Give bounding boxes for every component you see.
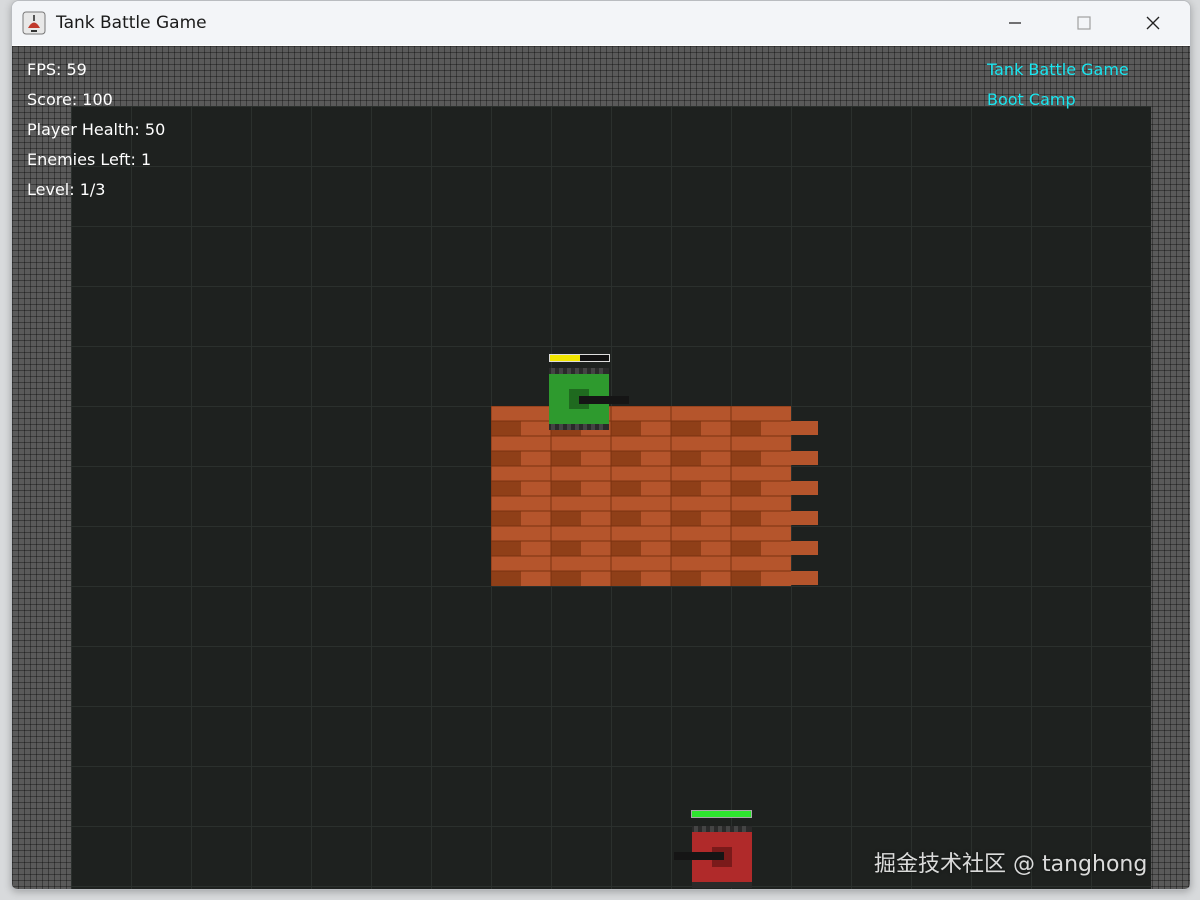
minimize-button[interactable] bbox=[981, 1, 1049, 45]
player-tank bbox=[549, 368, 629, 430]
watermark: 掘金技术社区 @ tanghong bbox=[874, 852, 1148, 877]
player-health-display: Player Health: 50 bbox=[27, 120, 166, 139]
game-subtitle-banner: Boot Camp bbox=[987, 90, 1076, 109]
brick-wall bbox=[491, 406, 818, 586]
enemies-left-display: Enemies Left: 1 bbox=[27, 150, 152, 169]
enemy-tank bbox=[674, 826, 752, 888]
fps-counter: FPS: 59 bbox=[27, 60, 87, 79]
maximize-button[interactable] bbox=[1050, 1, 1118, 45]
player-health-bar bbox=[549, 354, 610, 362]
title-bar[interactable]: Tank Battle Game bbox=[12, 1, 1190, 45]
game-title-banner: Tank Battle Game bbox=[987, 60, 1129, 79]
minimize-icon bbox=[1009, 22, 1021, 24]
score-display: Score: 100 bbox=[27, 90, 113, 109]
close-icon bbox=[1146, 16, 1160, 30]
java-app-icon bbox=[22, 11, 46, 35]
window-title: Tank Battle Game bbox=[56, 13, 207, 33]
close-button[interactable] bbox=[1119, 1, 1187, 45]
game-canvas[interactable]: FPS: 59 Score: 100 Player Health: 50 Ene… bbox=[12, 46, 1190, 889]
maximize-icon bbox=[1077, 16, 1091, 30]
level-display: Level: 1/3 bbox=[27, 180, 106, 199]
game-window: Tank Battle Game FPS: 59 Score: 100 Play… bbox=[11, 0, 1191, 890]
enemy-health-bar bbox=[691, 810, 752, 818]
